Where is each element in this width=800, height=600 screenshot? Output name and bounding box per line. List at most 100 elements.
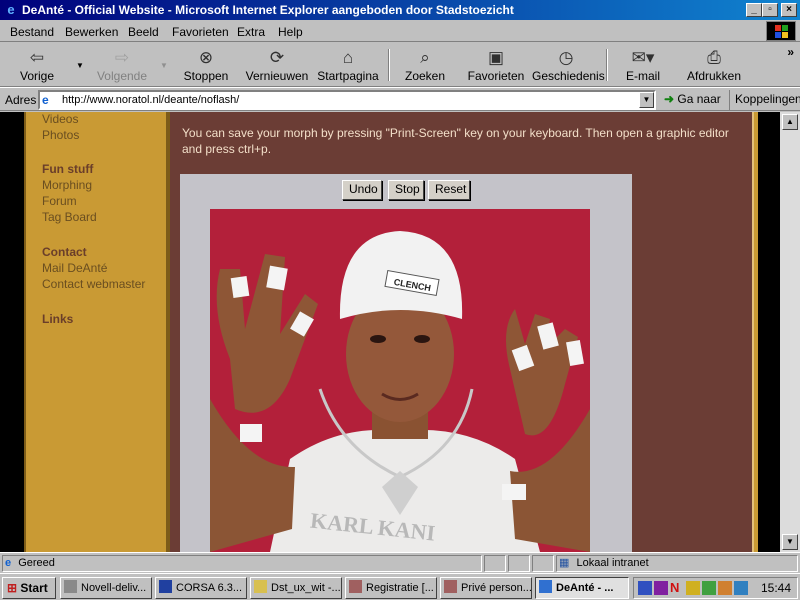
back-button[interactable]: ⇦ Vorige xyxy=(8,47,66,85)
task-deante-ie[interactable]: DeAnté - ... xyxy=(535,577,629,599)
window-title: DeAnté - Official Website - Microsoft In… xyxy=(22,3,514,17)
address-label: Adres xyxy=(5,93,37,107)
left-margin xyxy=(0,112,24,552)
menu-bar: Bestand Bewerken Beeld Favorieten Extra … xyxy=(0,20,800,42)
clock: 15:44 xyxy=(760,581,791,595)
morph-instructions: You can save your morph by pressing "Pri… xyxy=(182,126,729,156)
vertical-scrollbar[interactable]: ▲ ▼ xyxy=(780,112,800,552)
stop-icon: ⊗ xyxy=(198,48,214,67)
intranet-icon: ▦ xyxy=(559,557,570,569)
go-button[interactable]: ➜ Ga naar xyxy=(664,92,721,106)
sidebar-item-photos[interactable]: Photos xyxy=(42,128,79,142)
refresh-button[interactable]: ⟳ Vernieuwen xyxy=(244,47,310,85)
maximize-button[interactable]: ▫ xyxy=(762,3,778,17)
undo-button[interactable]: Undo xyxy=(342,180,382,200)
stop-morph-button[interactable]: Stop xyxy=(388,180,424,200)
printer-icon: ⎙ xyxy=(707,48,721,67)
sidebar-item-morphing[interactable]: Morphing xyxy=(42,178,92,192)
tray-icon[interactable] xyxy=(702,581,716,595)
back-arrow-icon: ⇦ xyxy=(29,48,45,67)
menu-tools[interactable]: Extra xyxy=(237,25,265,39)
toolbar: ⇦ Vorige ▼ ⇨ Volgende ▼ ⊗ Stoppen ⟳ Vern… xyxy=(0,43,800,87)
task-corsa[interactable]: CORSA 6.3... xyxy=(155,577,247,599)
status-text-cell: e Gereed xyxy=(2,555,482,572)
sidebar-heading-fun-stuff: Fun stuff xyxy=(42,162,94,176)
favorites-folder-icon: ▣ xyxy=(487,48,505,67)
app-icon xyxy=(159,580,172,593)
task-novell[interactable]: Novell-deliv... xyxy=(60,577,152,599)
page-icon: e xyxy=(42,93,49,107)
start-button[interactable]: ⊞ Start xyxy=(2,577,56,599)
favorites-button[interactable]: ▣ Favorieten xyxy=(466,47,526,85)
sidebar-item-videos[interactable]: Videos xyxy=(42,112,78,126)
status-bar: e Gereed ▦ Lokaal intranet xyxy=(0,552,800,572)
sidebar-nav: Videos Photos Fun stuff Morphing Forum T… xyxy=(24,112,170,552)
toolbar-separator xyxy=(606,49,608,81)
back-dropdown-icon[interactable]: ▼ xyxy=(76,61,84,70)
toolbar-overflow-icon[interactable]: » xyxy=(787,45,794,59)
tray-shield-icon[interactable] xyxy=(654,581,668,595)
sidebar-item-mail-deante[interactable]: Mail DeAnté xyxy=(42,261,107,275)
morph-photo[interactable]: CLENCH KARL KANI xyxy=(210,209,590,552)
page-icon: e xyxy=(5,557,12,569)
history-icon: ◷ xyxy=(558,48,574,67)
address-bar: Adres e http://www.noratol.nl/deante/nof… xyxy=(0,87,800,111)
system-tray: N 15:44 xyxy=(633,577,798,599)
main-content: You can save your morph by pressing "Pri… xyxy=(170,112,752,552)
sidebar-heading-links[interactable]: Links xyxy=(42,312,73,326)
go-arrow-icon: ➜ xyxy=(664,92,675,106)
tray-n-icon[interactable]: N xyxy=(670,581,684,595)
history-button[interactable]: ◷ Geschiedenis xyxy=(532,47,605,85)
ie-icon xyxy=(539,580,552,593)
reset-button[interactable]: Reset xyxy=(428,180,470,200)
address-url: http://www.noratol.nl/deante/noflash/ xyxy=(62,94,240,106)
scroll-down-icon[interactable]: ▼ xyxy=(782,534,798,550)
minimize-button[interactable]: _ xyxy=(746,3,762,17)
menu-favorites[interactable]: Favorieten xyxy=(172,25,229,39)
status-cell xyxy=(508,555,530,572)
morph-photo-image: CLENCH KARL KANI xyxy=(210,209,590,552)
home-button[interactable]: ⌂ Startpagina xyxy=(316,47,380,85)
title-bar: e DeAnté - Official Website - Microsoft … xyxy=(0,0,800,20)
tray-icon[interactable] xyxy=(734,581,748,595)
mail-icon: ✉▾ xyxy=(631,48,655,67)
menu-edit[interactable]: Bewerken xyxy=(65,25,118,39)
links-button[interactable]: Koppelingen xyxy=(729,90,800,110)
tray-icon[interactable] xyxy=(686,581,700,595)
menu-view[interactable]: Beeld xyxy=(128,25,159,39)
taskbar: ⊞ Start Novell-deliv... CORSA 6.3... Dst… xyxy=(0,573,800,600)
sidebar-heading-contact: Contact xyxy=(42,245,87,259)
sidebar-item-contact-webmaster[interactable]: Contact webmaster xyxy=(42,277,145,291)
zone-text: Lokaal intranet xyxy=(576,557,649,569)
status-cell xyxy=(532,555,554,572)
page-viewport: Videos Photos Fun stuff Morphing Forum T… xyxy=(0,112,800,552)
address-input[interactable]: e http://www.noratol.nl/deante/noflash/ … xyxy=(38,90,656,110)
tray-icon[interactable] xyxy=(638,581,652,595)
close-button[interactable]: × xyxy=(781,3,797,17)
forward-dropdown-icon[interactable]: ▼ xyxy=(160,61,168,70)
forward-button[interactable]: ⇨ Volgende xyxy=(90,47,154,85)
search-button[interactable]: ⌕ Zoeken xyxy=(400,47,450,85)
status-cell xyxy=(484,555,506,572)
refresh-icon: ⟳ xyxy=(269,48,285,67)
right-margin xyxy=(758,112,780,552)
sidebar-item-forum[interactable]: Forum xyxy=(42,194,77,208)
print-button[interactable]: ⎙ Afdrukken xyxy=(684,47,744,85)
windows-logo-icon xyxy=(766,21,796,41)
sidebar-item-tag-board[interactable]: Tag Board xyxy=(42,210,97,224)
tray-icon[interactable] xyxy=(718,581,732,595)
task-registratie[interactable]: Registratie [... xyxy=(345,577,437,599)
scroll-up-icon[interactable]: ▲ xyxy=(782,114,798,130)
stop-button[interactable]: ⊗ Stoppen xyxy=(178,47,234,85)
toolbar-separator xyxy=(388,49,390,81)
task-prive[interactable]: Privé person... xyxy=(440,577,532,599)
task-dst[interactable]: Dst_ux_wit -... xyxy=(250,577,342,599)
search-icon: ⌕ xyxy=(420,48,430,67)
home-icon: ⌂ xyxy=(342,48,354,67)
mail-button[interactable]: ✉▾ E-mail xyxy=(622,47,664,85)
address-dropdown-icon[interactable]: ▼ xyxy=(639,92,654,108)
ie-icon: e xyxy=(7,2,15,17)
menu-help[interactable]: Help xyxy=(278,25,303,39)
menu-file[interactable]: Bestand xyxy=(10,25,54,39)
app-icon xyxy=(64,580,77,593)
